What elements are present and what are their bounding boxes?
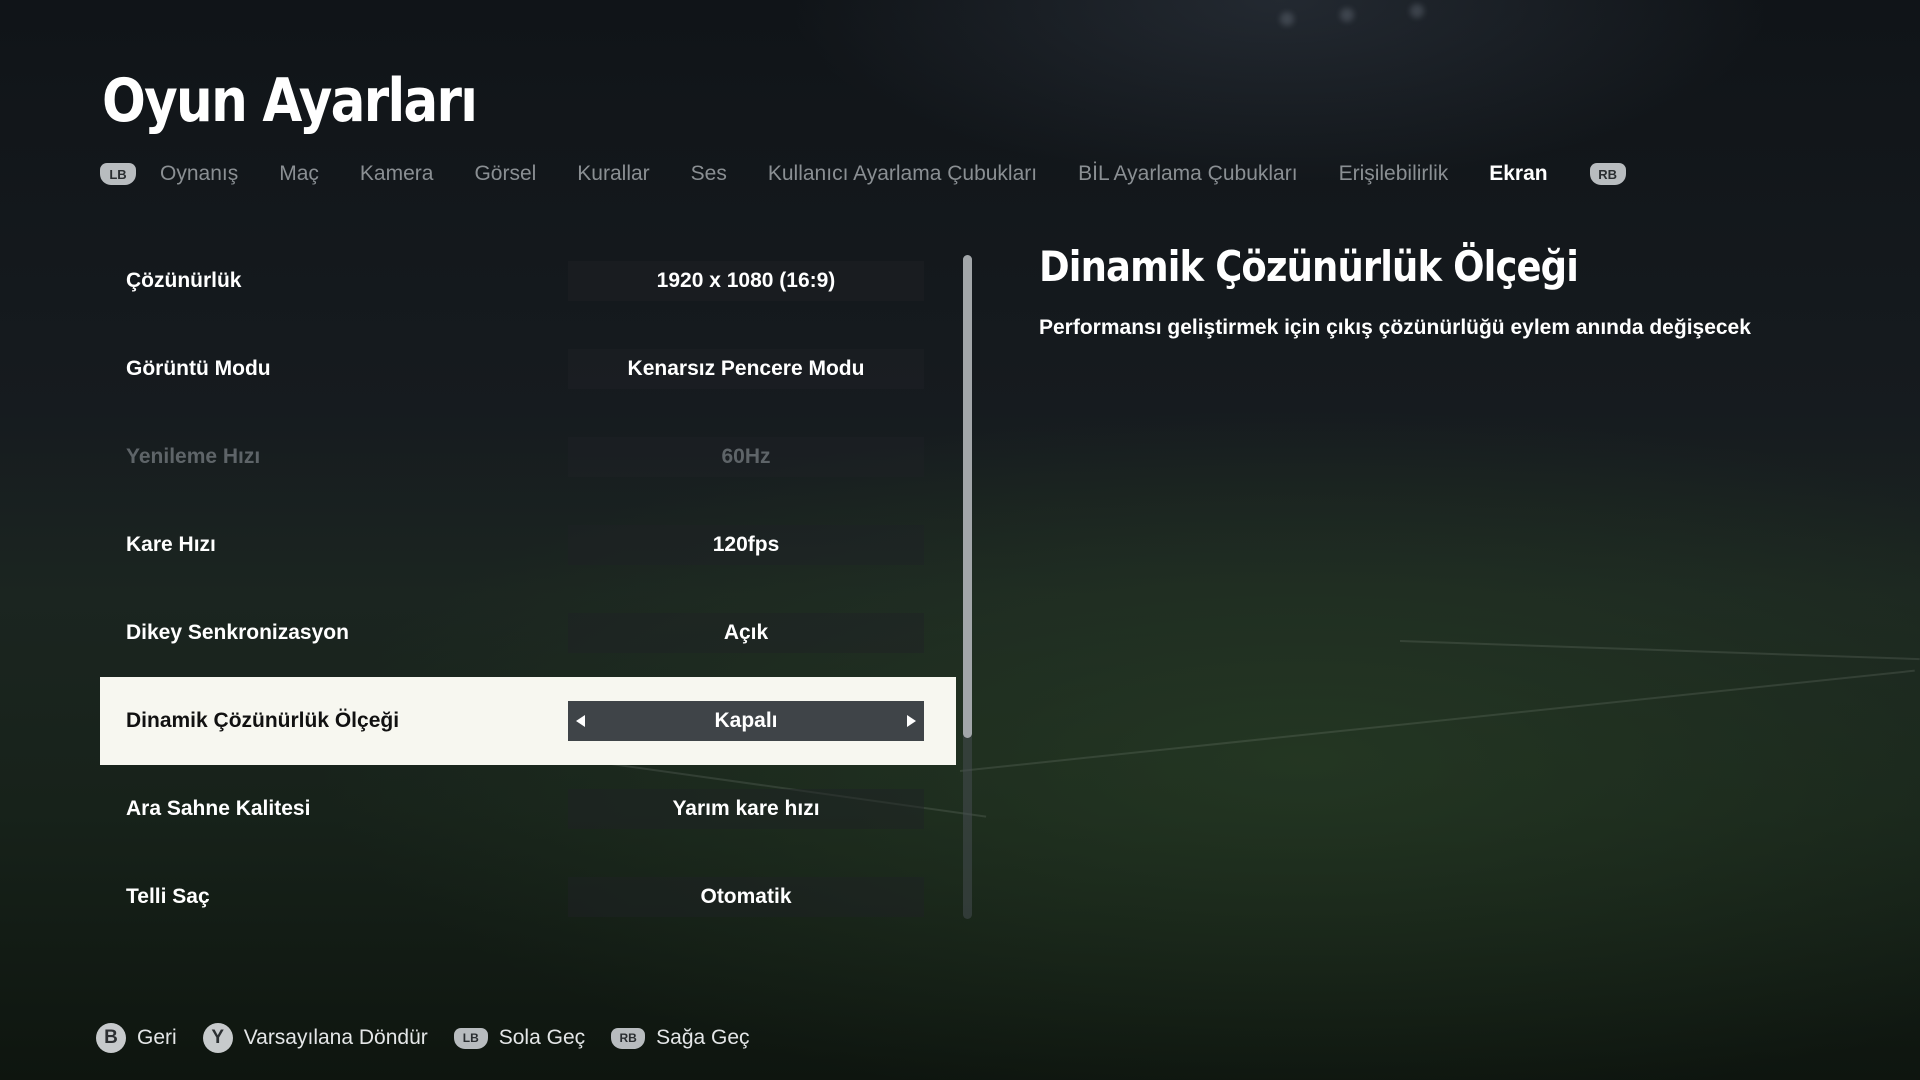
hint-switch-left[interactable]: LB Sola Geç xyxy=(453,1026,586,1050)
tab-bar: LB Oynanış Maç Kamera Görsel Kurallar Se… xyxy=(100,156,1626,192)
setting-label: Ara Sahne Kalitesi xyxy=(126,797,311,820)
page-title: Oyun Ayarları xyxy=(102,66,478,136)
setting-value[interactable]: Otomatik xyxy=(568,877,924,917)
y-button-icon: Y xyxy=(202,1023,233,1053)
tab-bil-ayarlama[interactable]: BİL Ayarlama Çubukları xyxy=(1078,162,1297,186)
rb-bumper-icon[interactable]: RB xyxy=(1589,163,1626,185)
setting-value[interactable]: Açık xyxy=(568,613,924,653)
setting-value: 60Hz xyxy=(568,437,924,477)
hint-label: Sola Geç xyxy=(498,1026,586,1049)
setting-row-resolution[interactable]: Çözünürlük 1920 x 1080 (16:9) xyxy=(100,237,956,325)
setting-label: Çözünürlük xyxy=(126,269,242,292)
tab-gorsel[interactable]: Görsel xyxy=(474,162,536,186)
tab-kamera[interactable]: Kamera xyxy=(360,162,434,186)
setting-value[interactable]: Yarım kare hızı xyxy=(568,789,924,829)
setting-row-frame-rate[interactable]: Kare Hızı 120fps xyxy=(100,501,956,589)
tab-ekran[interactable]: Ekran xyxy=(1489,162,1547,186)
setting-label: Dikey Senkronizasyon xyxy=(126,621,349,644)
tab-erisilebilirlik[interactable]: Erişilebilirlik xyxy=(1339,162,1449,186)
detail-title: Dinamik Çözünürlük Ölçeği xyxy=(1039,242,1579,291)
chevron-right-icon[interactable] xyxy=(907,715,916,727)
settings-list: Çözünürlük 1920 x 1080 (16:9) Görüntü Mo… xyxy=(100,237,956,941)
stadium-light xyxy=(1410,4,1424,18)
setting-value[interactable]: Kenarsız Pencere Modu xyxy=(568,349,924,389)
tab-mac[interactable]: Maç xyxy=(279,162,319,186)
setting-label: Telli Saç xyxy=(126,885,210,908)
setting-label: Dinamik Çözünürlük Ölçeği xyxy=(126,709,400,732)
scrollbar[interactable] xyxy=(963,255,972,919)
pitch-line xyxy=(1399,640,1920,661)
setting-row-refresh-rate: Yenileme Hızı 60Hz xyxy=(100,413,956,501)
tab-kurallar[interactable]: Kurallar xyxy=(577,162,649,186)
setting-label: Görüntü Modu xyxy=(126,357,271,380)
hint-reset-default[interactable]: Y Varsayılana Döndür xyxy=(202,1023,428,1053)
hint-label: Varsayılana Döndür xyxy=(243,1026,428,1049)
setting-label: Yenileme Hızı xyxy=(126,445,261,468)
button-hints: B Geri Y Varsayılana Döndür LB Sola Geç … xyxy=(96,1022,776,1054)
lb-bumper-icon[interactable]: LB xyxy=(100,163,136,185)
setting-label: Kare Hızı xyxy=(126,533,216,556)
setting-value: Kapalı xyxy=(714,709,778,732)
detail-description: Performansı geliştirmek için çıkış çözün… xyxy=(1039,316,1751,339)
lb-bumper-icon: LB xyxy=(453,1027,488,1049)
stadium-light xyxy=(1340,8,1354,22)
tab-kullanici-ayarlama[interactable]: Kullanıcı Ayarlama Çubukları xyxy=(768,162,1037,186)
setting-row-cutscene-quality[interactable]: Ara Sahne Kalitesi Yarım kare hızı xyxy=(100,765,956,853)
stadium-light xyxy=(1280,12,1294,26)
setting-row-display-mode[interactable]: Görüntü Modu Kenarsız Pencere Modu xyxy=(100,325,956,413)
b-button-icon: B xyxy=(96,1023,126,1053)
hint-switch-right[interactable]: RB Sağa Geç xyxy=(611,1026,750,1050)
setting-value[interactable]: 1920 x 1080 (16:9) xyxy=(568,261,924,301)
tab-oynanis[interactable]: Oynanış xyxy=(160,162,238,186)
chevron-left-icon[interactable] xyxy=(576,715,585,727)
hint-label: Sağa Geç xyxy=(656,1026,750,1049)
setting-value[interactable]: 120fps xyxy=(568,525,924,565)
setting-row-strand-hair[interactable]: Telli Saç Otomatik xyxy=(100,853,956,941)
scrollbar-thumb[interactable] xyxy=(963,255,972,738)
setting-value-selector[interactable]: Kapalı xyxy=(568,701,924,741)
pitch-line xyxy=(959,669,1915,772)
hint-back[interactable]: B Geri xyxy=(96,1023,177,1053)
setting-row-vsync[interactable]: Dikey Senkronizasyon Açık xyxy=(100,589,956,677)
hint-label: Geri xyxy=(137,1026,177,1049)
rb-bumper-icon: RB xyxy=(611,1027,646,1049)
setting-row-dynamic-resolution[interactable]: Dinamik Çözünürlük Ölçeği Kapalı xyxy=(100,677,956,765)
tab-ses[interactable]: Ses xyxy=(691,162,727,186)
